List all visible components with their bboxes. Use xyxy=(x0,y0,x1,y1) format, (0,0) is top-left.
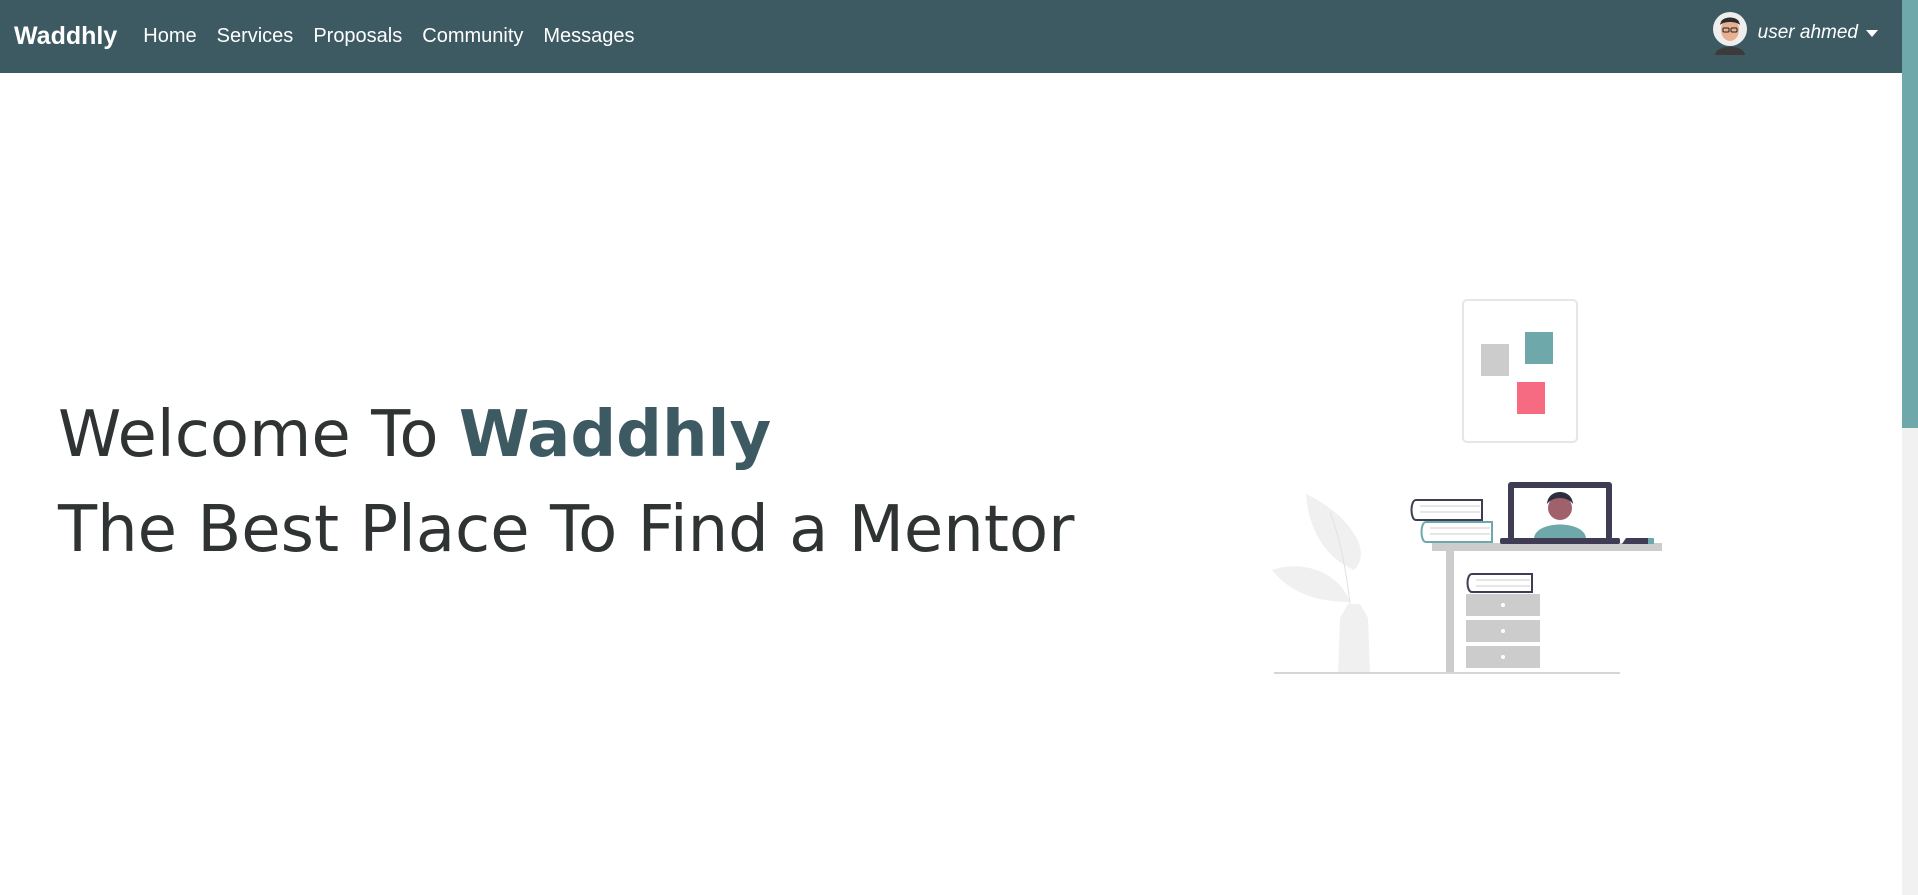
caret-down-icon xyxy=(1866,29,1878,37)
nav-link-services[interactable]: Services xyxy=(207,25,304,48)
top-navbar: Waddhly Home Services Proposals Communit… xyxy=(0,0,1902,73)
laptop-mentor-icon xyxy=(1500,482,1654,544)
page-scrollbar[interactable] xyxy=(1902,0,1918,895)
hero-brand-highlight: Waddhly xyxy=(458,398,772,472)
scrollbar-thumb[interactable] xyxy=(1902,0,1918,428)
hero-tagline: The Best Place To Find a Mentor xyxy=(58,493,1075,567)
hero-welcome-heading: Welcome To Waddhly xyxy=(58,398,771,472)
mentor-desk-illustration xyxy=(1272,299,1662,674)
nav-link-home[interactable]: Home xyxy=(133,25,206,48)
nav-link-messages[interactable]: Messages xyxy=(533,25,644,48)
wall-frame-icon xyxy=(1462,299,1578,443)
nav-links: Home Services Proposals Community Messag… xyxy=(133,25,644,48)
desk-icon xyxy=(1274,543,1662,674)
nav-link-community[interactable]: Community xyxy=(412,25,533,48)
user-menu-toggle[interactable]: user ahmed xyxy=(1712,12,1878,55)
user-name: user ahmed xyxy=(1757,22,1858,43)
plant-icon xyxy=(1272,494,1370,674)
brand-logo[interactable]: Waddhly xyxy=(14,22,117,51)
nav-link-proposals[interactable]: Proposals xyxy=(303,25,412,48)
hero-welcome-prefix: Welcome To xyxy=(58,398,459,472)
user-avatar-icon xyxy=(1712,12,1747,55)
